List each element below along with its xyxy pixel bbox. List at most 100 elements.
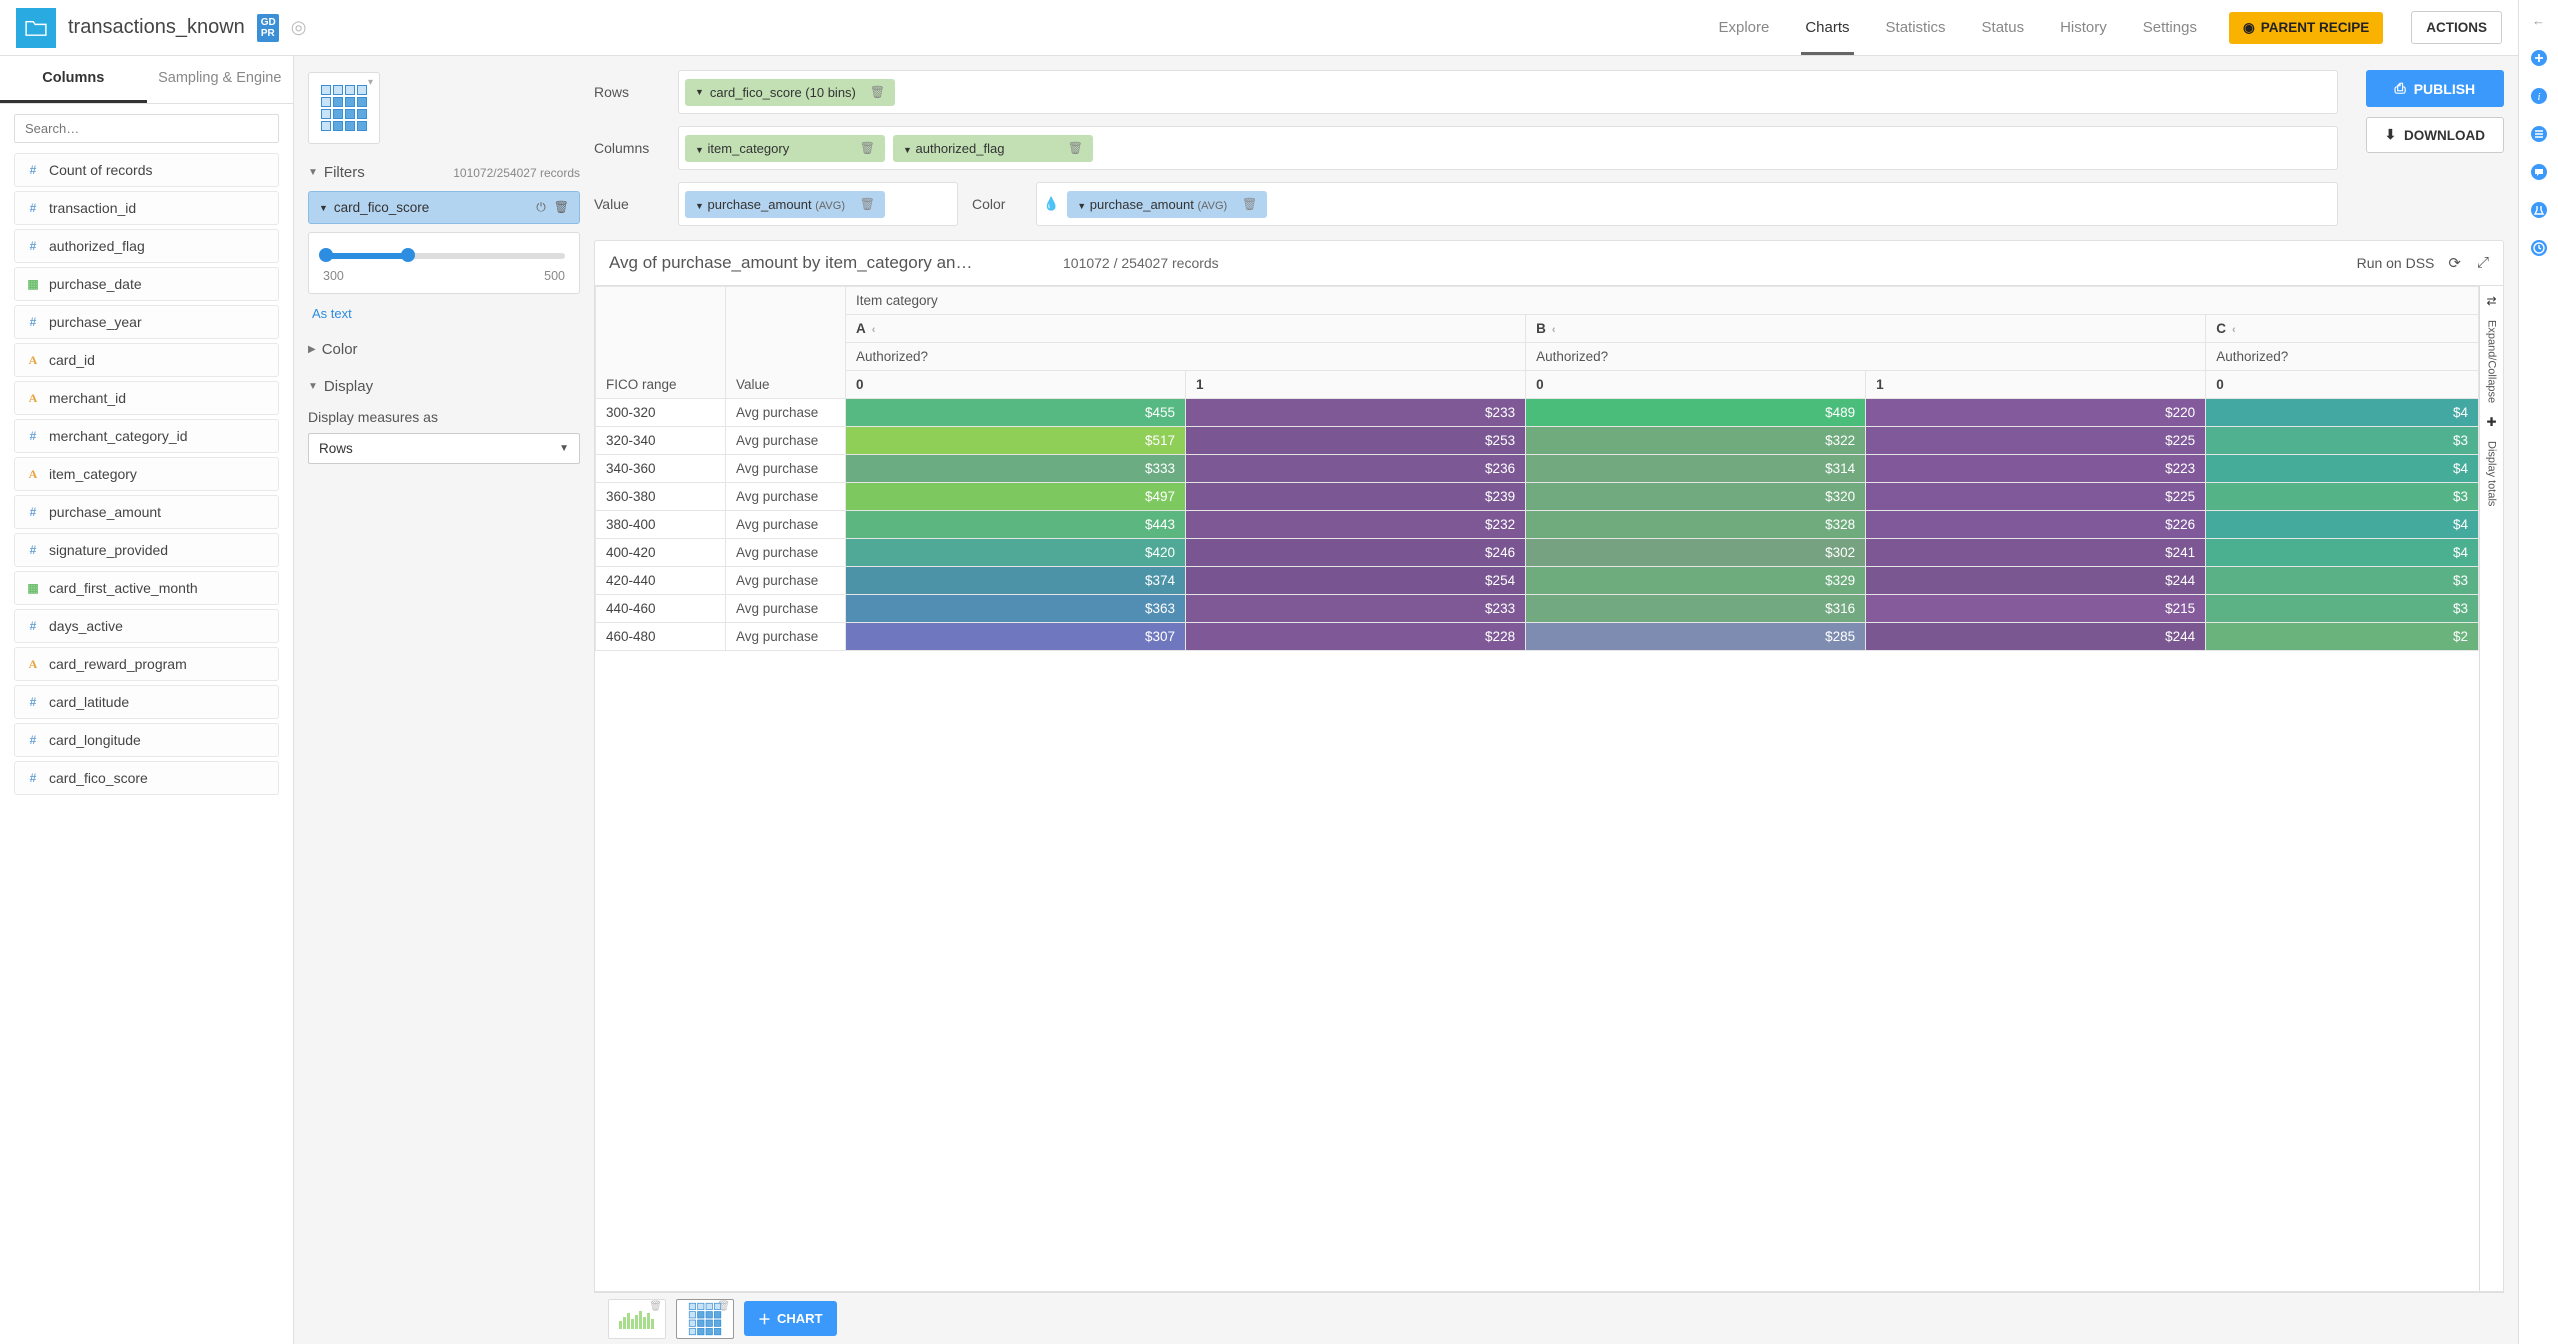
rows-chip-fico[interactable]: ▼ card_fico_score (10 bins) 🗑 bbox=[685, 79, 895, 106]
dataset-icon[interactable] bbox=[16, 8, 56, 48]
slider-thumb-min[interactable] bbox=[319, 248, 333, 262]
value-name: Avg purchase bbox=[726, 399, 846, 427]
column-item[interactable]: #purchase_amount bbox=[14, 495, 279, 529]
expand-collapse-toggle[interactable]: Expand/Collapse bbox=[2486, 316, 2498, 407]
delete-icon[interactable]: 🗑 bbox=[1242, 197, 1257, 211]
filter-chip-fico[interactable]: ▼ card_fico_score ⏻ 🗑 bbox=[308, 191, 580, 224]
rail-lab-icon[interactable] bbox=[2529, 200, 2549, 220]
compass-icon[interactable]: ◎ bbox=[291, 17, 307, 38]
tab-explore[interactable]: Explore bbox=[1714, 0, 1773, 55]
refresh-icon[interactable]: ⟳ bbox=[2448, 254, 2461, 272]
value-chip-purchase-amount[interactable]: ▼ purchase_amount (AVG) 🗑 bbox=[685, 191, 885, 218]
chart-thumbnail-1[interactable]: 🗑 bbox=[608, 1299, 666, 1339]
tab-charts[interactable]: Charts bbox=[1801, 0, 1853, 55]
color-dropzone[interactable]: 💧 ▼ purchase_amount (AVG) 🗑 bbox=[1036, 182, 2338, 226]
column-name: Count of records bbox=[49, 162, 153, 178]
column-name: item_category bbox=[49, 466, 137, 482]
category-header[interactable]: B‹ bbox=[1526, 315, 2206, 343]
plus-icon[interactable]: ✚ bbox=[2486, 415, 2496, 429]
column-item[interactable]: #card_fico_score bbox=[14, 761, 279, 795]
column-item[interactable]: #card_latitude bbox=[14, 685, 279, 719]
column-item[interactable]: ▦card_first_active_month bbox=[14, 571, 279, 605]
chart-type-selector[interactable]: ▾ bbox=[308, 72, 380, 144]
fullscreen-icon[interactable]: ⤢ bbox=[2477, 254, 2489, 272]
right-rail: ← i bbox=[2518, 0, 2558, 1344]
publish-button[interactable]: ⎙ PUBLISH bbox=[2366, 70, 2504, 107]
pivot-table-scroll[interactable]: FICO rangeValueItem categoryA‹B‹C‹Author… bbox=[595, 286, 2479, 1291]
column-item[interactable]: #transaction_id bbox=[14, 191, 279, 225]
color-chip-purchase-amount[interactable]: ▼ purchase_amount (AVG) 🗑 bbox=[1067, 191, 1267, 218]
authorized-value-header[interactable]: 0 bbox=[2206, 371, 2479, 399]
column-item[interactable]: ▦purchase_date bbox=[14, 267, 279, 301]
recipe-icon: ◉ bbox=[2243, 20, 2255, 36]
column-item[interactable]: #days_active bbox=[14, 609, 279, 643]
column-search-input[interactable] bbox=[14, 114, 279, 143]
download-button[interactable]: ⬇ DOWNLOAD bbox=[2366, 117, 2504, 153]
column-item[interactable]: Acard_id bbox=[14, 343, 279, 377]
value-dropzone[interactable]: ▼ purchase_amount (AVG) 🗑 bbox=[678, 182, 958, 226]
column-item[interactable]: Acard_reward_program bbox=[14, 647, 279, 681]
dataset-name[interactable]: transactions_known bbox=[68, 16, 245, 39]
rail-info-icon[interactable]: i bbox=[2529, 86, 2549, 106]
delete-icon[interactable]: 🗑 bbox=[860, 197, 875, 211]
column-item[interactable]: Aitem_category bbox=[14, 457, 279, 491]
columns-dropzone[interactable]: ▼ item_category 🗑 ▼ authorized_flag 🗑 bbox=[678, 126, 2338, 170]
delete-icon[interactable]: 🗑 bbox=[860, 141, 875, 155]
columns-chip-item-category[interactable]: ▼ item_category 🗑 bbox=[685, 135, 885, 162]
display-section-header[interactable]: ▼ Display bbox=[308, 378, 580, 395]
delete-icon[interactable]: 🗑 bbox=[870, 85, 885, 99]
sidebar-tab-columns[interactable]: Columns bbox=[0, 56, 147, 103]
sidebar-tab-sampling[interactable]: Sampling & Engine bbox=[147, 56, 294, 103]
data-cell: $3 bbox=[2206, 483, 2479, 511]
rail-plus-icon[interactable] bbox=[2529, 48, 2549, 68]
rows-dropzone[interactable]: ▼ card_fico_score (10 bins) 🗑 bbox=[678, 70, 2338, 114]
item-category-header: Item category bbox=[846, 287, 2479, 315]
authorized-value-header[interactable]: 0 bbox=[1526, 371, 1866, 399]
rail-list-icon[interactable] bbox=[2529, 124, 2549, 144]
back-arrow-icon[interactable]: ← bbox=[2529, 10, 2549, 30]
column-item[interactable]: Amerchant_id bbox=[14, 381, 279, 415]
display-measures-select[interactable]: Rows ▼ bbox=[308, 433, 580, 464]
authorized-value-header[interactable]: 1 bbox=[1866, 371, 2206, 399]
column-item[interactable]: #Count of records bbox=[14, 153, 279, 187]
tab-statistics[interactable]: Statistics bbox=[1882, 0, 1950, 55]
column-item[interactable]: #card_longitude bbox=[14, 723, 279, 757]
tab-history[interactable]: History bbox=[2056, 0, 2111, 55]
delete-icon[interactable]: 🗑 bbox=[554, 200, 569, 215]
tab-status[interactable]: Status bbox=[1978, 0, 2029, 55]
rail-clock-icon[interactable] bbox=[2529, 238, 2549, 258]
display-totals-toggle[interactable]: Display totals bbox=[2486, 437, 2498, 510]
slider-thumb-max[interactable] bbox=[401, 248, 415, 262]
authorized-value-header[interactable]: 1 bbox=[1186, 371, 1526, 399]
category-header[interactable]: C‹ bbox=[2206, 315, 2479, 343]
filters-label: Filters bbox=[324, 164, 365, 181]
column-item[interactable]: #authorized_flag bbox=[14, 229, 279, 263]
filters-section-header[interactable]: ▼ Filters 101072/254027 records bbox=[308, 164, 580, 181]
color-section-header[interactable]: ▶ Color bbox=[308, 341, 580, 358]
filter-slider[interactable]: 300 500 bbox=[308, 232, 580, 294]
gdpr-badge[interactable]: GD PR bbox=[257, 14, 279, 42]
parent-recipe-button[interactable]: ◉ PARENT RECIPE bbox=[2229, 12, 2383, 44]
add-chart-button[interactable]: ＋ CHART bbox=[744, 1301, 837, 1336]
delete-icon[interactable]: 🗑 bbox=[649, 1301, 662, 1312]
expand-collapse-icon[interactable]: ⇄ bbox=[2486, 294, 2496, 308]
tab-settings[interactable]: Settings bbox=[2139, 0, 2201, 55]
power-icon[interactable]: ⏻ bbox=[536, 200, 546, 215]
value-header: Value bbox=[726, 287, 846, 399]
columns-chip-authorized-flag[interactable]: ▼ authorized_flag 🗑 bbox=[893, 135, 1093, 162]
as-text-link[interactable]: As text bbox=[312, 306, 352, 321]
authorized-value-header[interactable]: 0 bbox=[846, 371, 1186, 399]
column-item[interactable]: #signature_provided bbox=[14, 533, 279, 567]
column-item[interactable]: #purchase_year bbox=[14, 305, 279, 339]
run-on-selector[interactable]: Run on DSS bbox=[2357, 255, 2435, 271]
chart-thumbnail-2[interactable]: 🗑 bbox=[676, 1299, 734, 1339]
config-panel: ▾ ▼ Filters 101072/254027 records ▼ bbox=[294, 56, 594, 1344]
column-item[interactable]: #merchant_category_id bbox=[14, 419, 279, 453]
actions-button[interactable]: ACTIONS bbox=[2411, 11, 2502, 44]
chart-title[interactable]: Avg of purchase_amount by item_category … bbox=[609, 253, 1049, 273]
type-icon: # bbox=[25, 619, 41, 633]
rows-label: Rows bbox=[594, 84, 664, 100]
rail-chat-icon[interactable] bbox=[2529, 162, 2549, 182]
category-header[interactable]: A‹ bbox=[846, 315, 1526, 343]
delete-icon[interactable]: 🗑 bbox=[1068, 141, 1083, 155]
